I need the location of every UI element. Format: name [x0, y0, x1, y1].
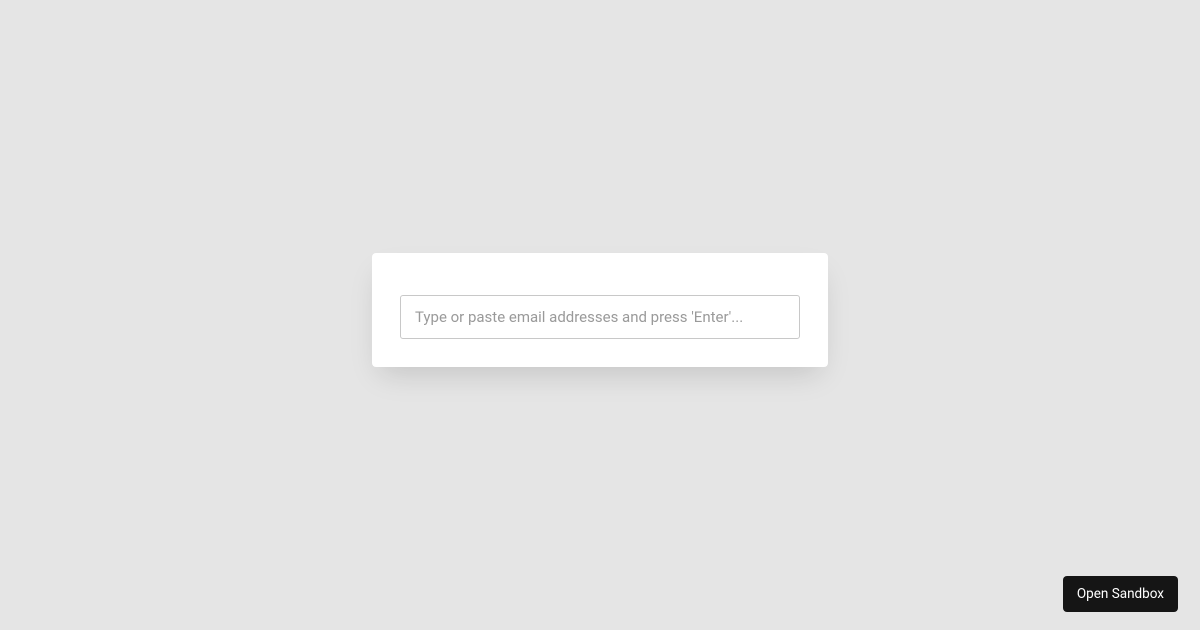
email-input[interactable] — [400, 295, 800, 339]
open-sandbox-button[interactable]: Open Sandbox — [1063, 576, 1178, 612]
input-card — [372, 253, 828, 367]
